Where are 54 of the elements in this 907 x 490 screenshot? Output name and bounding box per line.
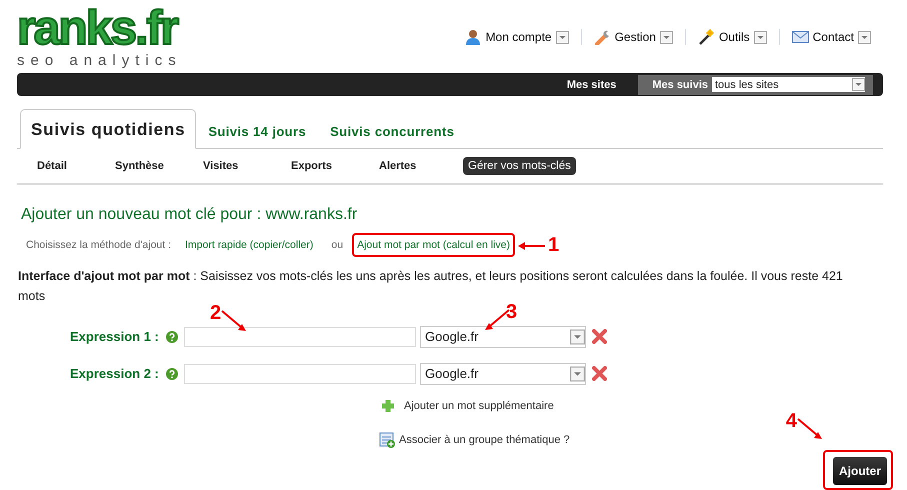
add-button[interactable]: Ajouter <box>833 457 887 485</box>
envelope-icon <box>792 29 809 45</box>
dropdown-button[interactable] <box>570 326 585 346</box>
menu-link[interactable]: Gestion <box>614 30 656 44</box>
subnav-link[interactable]: Exports <box>291 160 379 172</box>
callout-number: 2 <box>210 302 222 324</box>
subnav-link[interactable]: Détail <box>37 160 115 172</box>
callout-arrow <box>221 310 248 332</box>
subnav-link[interactable]: Gérer vos mots-clés <box>463 157 576 175</box>
dropdown-button[interactable] <box>858 30 871 44</box>
menu-link[interactable]: Mes sites <box>566 78 616 90</box>
menu-link[interactable]: Outils <box>718 30 750 44</box>
help-icon[interactable] <box>166 330 178 342</box>
wand-icon <box>698 29 715 45</box>
wrench-icon <box>594 29 611 45</box>
plus-icon <box>380 398 396 414</box>
table-add-icon <box>379 432 395 448</box>
field-label: Expression 1 : <box>70 329 160 344</box>
dropdown-button[interactable] <box>852 78 865 91</box>
separator-text: ou <box>331 239 344 251</box>
add-word-link[interactable]: Ajouter un mot supplémentaire <box>404 400 554 412</box>
callout-arrow <box>797 418 823 440</box>
menu-link[interactable]: Mon compte <box>486 30 552 44</box>
tab[interactable]: Suivis 14 jours <box>196 124 318 148</box>
dropdown-button[interactable] <box>556 30 569 44</box>
engine-select[interactable]: Google.fr <box>420 326 586 348</box>
engine-select[interactable]: Google.fr <box>420 362 586 384</box>
method-link[interactable]: Ajout mot par mot (calcul en live) <box>357 239 510 251</box>
callout-arrow <box>518 240 546 250</box>
dropdown-button[interactable] <box>570 364 585 384</box>
text-input[interactable] <box>184 364 416 384</box>
site-select[interactable]: tous les sites <box>712 77 865 92</box>
dropdown-button[interactable] <box>660 30 673 44</box>
field-label: Expression 2 : <box>70 366 160 381</box>
text-input[interactable] <box>184 326 416 346</box>
method-label: Choisissez la méthode d'ajout : <box>26 239 172 251</box>
delete-icon[interactable] <box>592 329 607 344</box>
dropdown-button[interactable] <box>754 30 767 44</box>
delete-icon[interactable] <box>592 366 607 381</box>
group-link[interactable]: Associer à un groupe thématique ? <box>399 434 570 446</box>
tab[interactable]: Suivis concurrents <box>318 124 466 148</box>
field-label: Mes suivis <box>652 78 708 90</box>
callout-number: 4 <box>786 410 797 433</box>
subnav-link[interactable]: Visites <box>203 160 291 172</box>
menu-link[interactable]: Contact <box>812 30 854 44</box>
section-heading: Ajouter un nouveau mot clé pour : www.ranks.fr <box>21 206 358 224</box>
tab[interactable]: Suivis quotidiens <box>20 109 196 149</box>
logo-tagline: seo analytics <box>17 52 182 69</box>
subnav-link[interactable]: Synthèse <box>115 160 203 172</box>
highlight-frame <box>823 450 893 490</box>
callout-number: 1 <box>548 234 560 257</box>
person-icon <box>464 29 482 45</box>
help-icon[interactable] <box>166 368 178 380</box>
method-link[interactable]: Import rapide (copier/coller) <box>185 239 314 251</box>
